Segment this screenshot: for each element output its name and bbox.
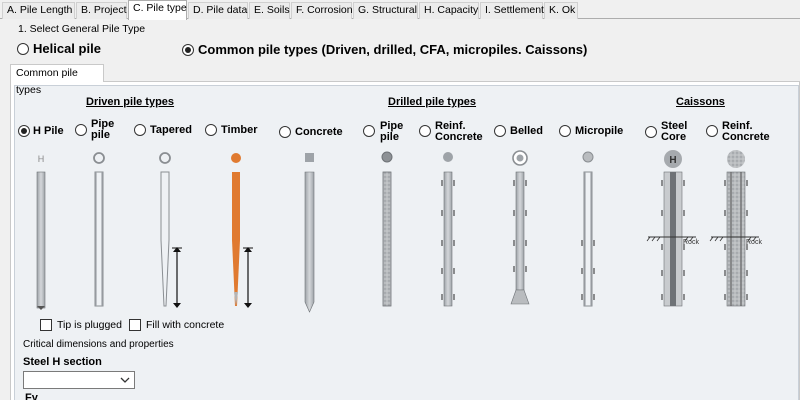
pipe-pile-driven-radio[interactable] [75,124,87,136]
steel-core-label[interactable]: Steel Core [661,121,687,143]
pipe-pile-drilled-radio[interactable] [363,125,375,137]
helical-pile-label[interactable]: Helical pile [33,41,101,56]
tapered-label[interactable]: Tapered [150,125,192,136]
drilled-pile-types-title: Drilled pile types [388,96,477,108]
tab-corrosion[interactable]: F. Corrosion [291,2,353,19]
tab-common-pile-types[interactable]: Common pile types [10,64,104,96]
reinf-concrete-radio[interactable] [419,125,431,137]
pipe-pile-drilled-label[interactable]: Pipe pile [380,121,403,143]
critical-dimensions-title: Critical dimensions and properties [23,339,174,350]
section-title: 1. Select General Pile Type [18,23,146,35]
fill-concrete-checkbox[interactable] [129,319,141,331]
main-tab-strip: A. Pile Length B. Project C. Pile type D… [0,0,800,20]
common-pile-types-label[interactable]: Common pile types (Driven, drilled, CFA,… [198,42,587,57]
driven-pile-types-title: Driven pile types [86,96,175,108]
timber-radio[interactable] [205,124,217,136]
tab-soils[interactable]: E. Soils [249,2,290,19]
pipe-pile-driven-label[interactable]: Pipe pile [91,119,114,141]
tab-ok[interactable]: K. Ok [544,2,578,19]
tip-plugged-checkbox[interactable] [40,319,52,331]
belled-radio[interactable] [494,125,506,137]
h-pile-radio[interactable] [18,125,30,137]
common-pile-types-radio[interactable] [182,44,194,56]
micropile-radio[interactable] [559,125,571,137]
tip-plugged-label[interactable]: Tip is plugged [57,319,122,331]
tab-settlement[interactable]: I. Settlement [480,2,544,19]
tab-pile-type[interactable]: C. Pile type [128,0,187,20]
reinf-concrete-caisson-radio[interactable] [706,125,718,137]
concrete-label[interactable]: Concrete [295,127,343,138]
steel-h-section-dropdown[interactable] [23,371,135,389]
h-pile-label[interactable]: H Pile [33,126,64,137]
tapered-radio[interactable] [134,124,146,136]
reinf-concrete-caisson-label[interactable]: Reinf. Concrete [722,121,770,143]
tab-structural[interactable]: G. Structural [353,2,418,19]
micropile-label[interactable]: Micropile [575,126,623,137]
concrete-radio[interactable] [279,126,291,138]
steel-core-radio[interactable] [645,126,657,138]
tab-project[interactable]: B. Project [76,2,127,19]
chevron-down-icon [120,377,130,383]
helical-pile-radio[interactable] [17,43,29,55]
fy-label: Fy [25,392,38,400]
tab-pile-data[interactable]: D. Pile data [188,2,248,19]
tab-capacity[interactable]: H. Capacity [419,2,479,19]
timber-label[interactable]: Timber [221,125,257,136]
caissons-title: Caissons [676,96,725,108]
tab-pile-length[interactable]: A. Pile Length [2,2,75,19]
reinf-concrete-label[interactable]: Reinf. Concrete [435,121,483,143]
fill-concrete-label[interactable]: Fill with concrete [146,319,224,331]
steel-h-section-label: Steel H section [23,356,102,368]
belled-label[interactable]: Belled [510,126,543,137]
